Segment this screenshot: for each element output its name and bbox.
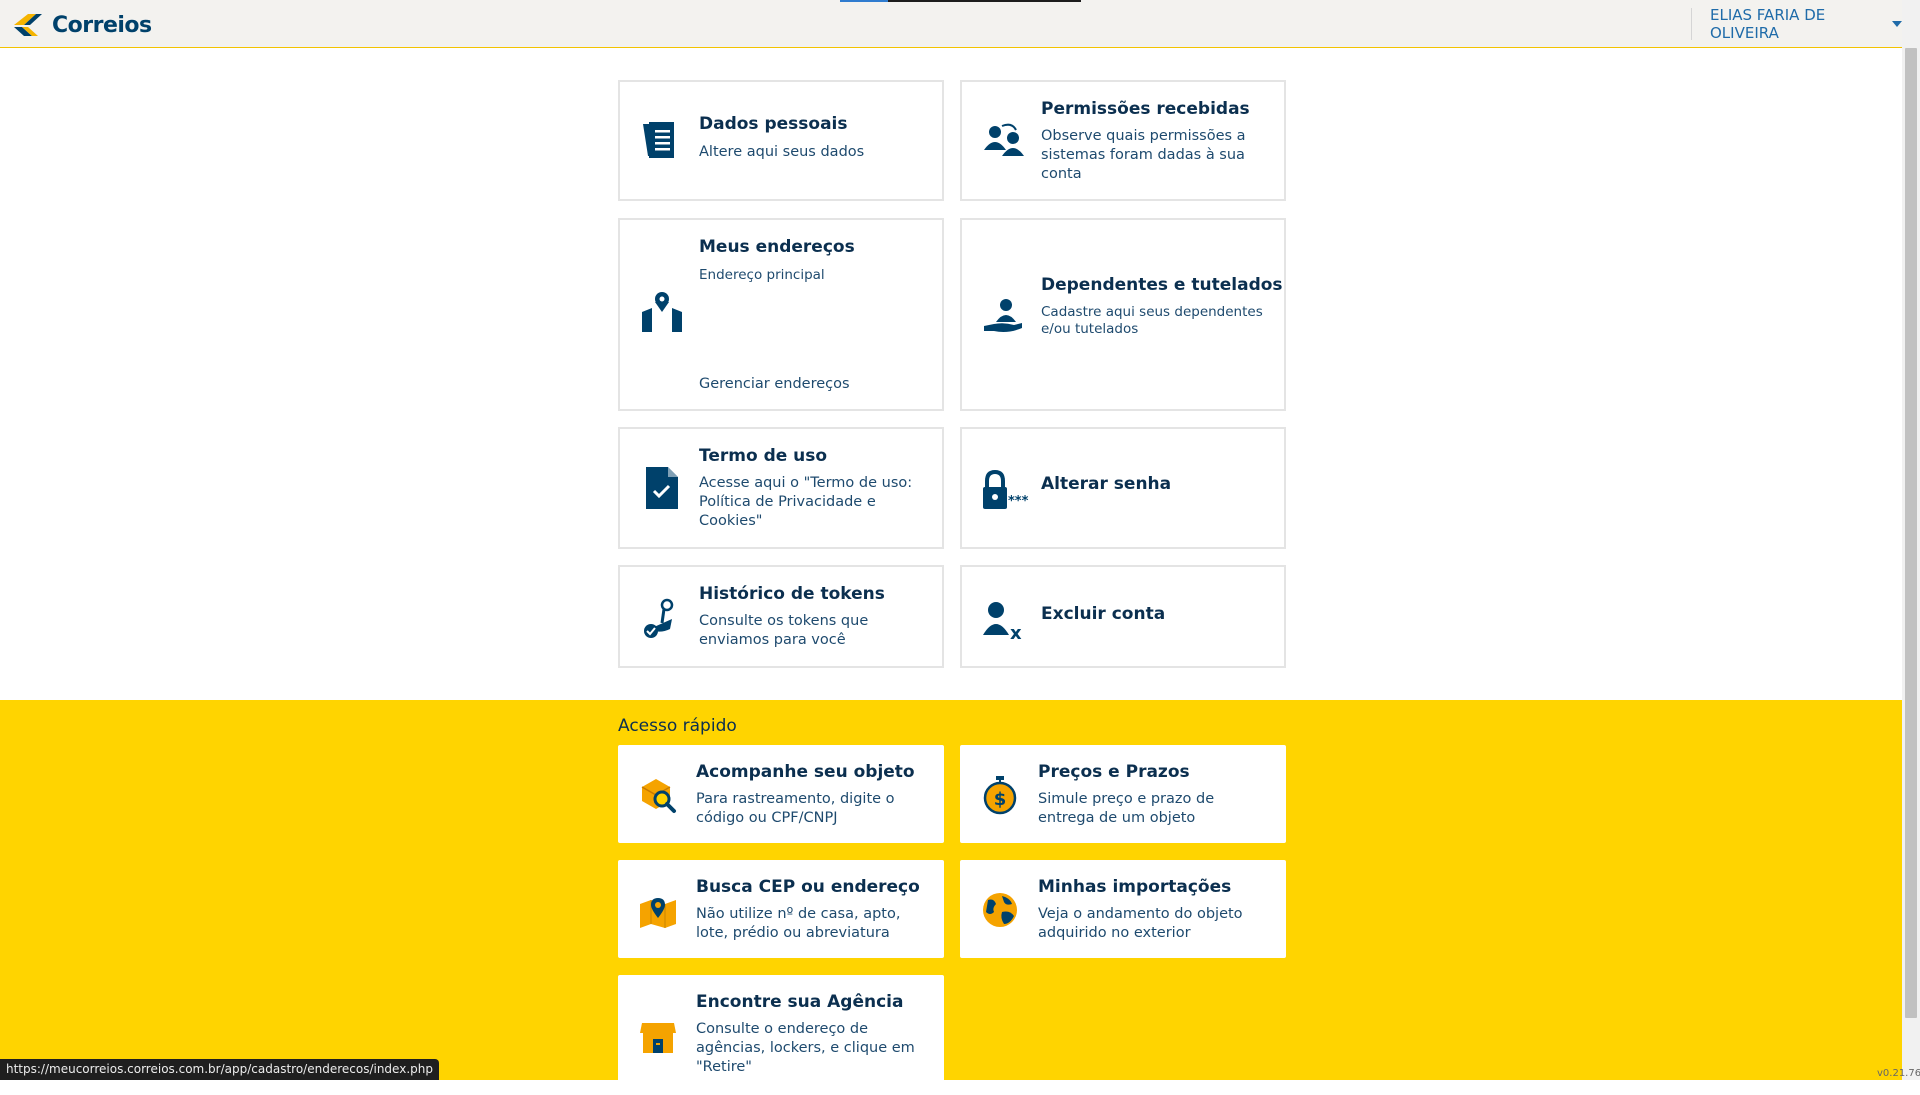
browser-status-url: https://meucorreios.correios.com.br/app/… xyxy=(0,1059,439,1080)
quick-card-description-line3: "Retire" xyxy=(696,1059,752,1075)
agency-store-icon xyxy=(640,1023,676,1053)
card-title: Histórico de tokens xyxy=(699,584,885,604)
card-title: Meus endereços xyxy=(699,237,855,257)
card-enderecos[interactable]: Meus endereços Endereço principal Gerenc… xyxy=(618,218,944,411)
quick-card-title: Acompanhe seu objeto xyxy=(696,762,915,782)
user-menu-dropdown[interactable]: ELIAS FARIA DE OLIVEIRA xyxy=(1710,6,1902,42)
card-historico-tokens[interactable]: Histórico de tokens Consulte os tokens q… xyxy=(618,565,944,668)
quick-card-description-line2: lote, prédio ou abreviatura xyxy=(696,925,890,941)
card-title: Termo de uso xyxy=(699,446,828,466)
correios-logo[interactable]: Correios xyxy=(12,10,152,40)
quick-card-description-line2: agências, lockers, e clique em xyxy=(696,1040,915,1056)
loading-bar-fill xyxy=(840,0,888,2)
card-description-line2: sistemas foram dadas à sua xyxy=(1041,147,1245,163)
card-permissoes[interactable]: Permissões recebidas Observe quais permi… xyxy=(960,80,1286,201)
quick-card-busca-cep[interactable]: Busca CEP ou endereço Não utilize nº de … xyxy=(618,860,944,958)
card-dependentes[interactable]: Dependentes e tutelados Cadastre aqui se… xyxy=(960,218,1286,411)
caret-down-icon xyxy=(1892,21,1902,27)
quick-card-description-line2: adquirido no exterior xyxy=(1038,925,1191,941)
map-pin-icon xyxy=(640,898,676,928)
user-remove-icon: x xyxy=(983,602,1022,643)
quick-card-title: Encontre sua Agência xyxy=(696,992,904,1012)
package-search-icon xyxy=(641,779,676,813)
app-version: v0.21.76 xyxy=(1877,1068,1920,1079)
quick-card-description-line2: entrega de um objeto xyxy=(1038,810,1196,826)
quick-access-title: Acesso rápido xyxy=(618,716,737,736)
card-title: Dados pessoais xyxy=(699,114,848,134)
card-termo-de-uso[interactable]: Termo de uso Acesse aqui o "Termo de uso… xyxy=(618,427,944,549)
remove-mark: x xyxy=(1010,623,1022,643)
card-description-line1: Consulte os tokens que xyxy=(699,613,869,629)
card-description-line1: Observe quais permissões a xyxy=(1041,128,1246,144)
card-description-line2: enviamos para você xyxy=(699,632,846,648)
document-list-icon xyxy=(643,122,674,158)
password-mask: *** xyxy=(1008,494,1029,509)
header-divider xyxy=(1691,8,1692,40)
brand-name: Correios xyxy=(52,12,152,38)
card-description: Altere aqui seus dados xyxy=(699,144,865,160)
correios-logo-icon xyxy=(14,14,42,36)
globe-icon xyxy=(983,893,1017,927)
user-name: ELIAS FARIA DE OLIVEIRA xyxy=(1710,6,1826,42)
quick-card-importacoes[interactable]: Minhas importações Veja o andamento do o… xyxy=(960,860,1286,958)
document-check-icon xyxy=(646,467,678,509)
token-history-icon xyxy=(644,598,674,638)
card-excluir-conta[interactable]: x Excluir conta xyxy=(960,565,1286,668)
card-dados-pessoais[interactable]: Dados pessoais Altere aqui seus dados xyxy=(618,80,944,201)
quick-card-description-line1: Não utilize nº de casa, apto, xyxy=(696,906,901,922)
lock-password-icon: *** xyxy=(983,469,1029,509)
money-timer-icon: $ xyxy=(983,776,1017,815)
card-description: Endereço principal xyxy=(699,267,825,283)
scrollbar-thumb[interactable] xyxy=(1905,48,1917,1018)
hand-person-icon xyxy=(984,299,1022,332)
quick-card-description-line1: Veja o andamento do objeto xyxy=(1038,906,1243,922)
users-permissions-icon xyxy=(984,123,1024,156)
card-description-line3: Cookies" xyxy=(699,513,763,529)
quick-card-description-line2: código ou CPF/CNPJ xyxy=(696,810,838,826)
card-title: Alterar senha xyxy=(1041,474,1172,494)
card-description-line2: e/ou tutelados xyxy=(1041,321,1139,337)
quick-access-section xyxy=(0,700,1902,1080)
quick-card-title: Busca CEP ou endereço xyxy=(696,877,920,897)
card-title: Permissões recebidas xyxy=(1041,99,1250,119)
quick-card-agencia[interactable]: Encontre sua Agência Consulte o endereço… xyxy=(618,975,944,1095)
quick-card-description-line1: Consulte o endereço de xyxy=(696,1021,869,1037)
manage-addresses-link[interactable]: Gerenciar endereços xyxy=(699,375,850,394)
page-scrollbar[interactable] xyxy=(1902,0,1920,1080)
card-description-line2: Política de Privacidade e xyxy=(699,494,876,510)
quick-card-rastreamento[interactable]: Acompanhe seu objeto Para rastreamento, … xyxy=(618,745,944,843)
card-description-line1: Cadastre aqui seus dependentes xyxy=(1041,304,1263,320)
card-title: Dependentes e tutelados xyxy=(1041,275,1283,295)
card-description-line3: conta xyxy=(1041,166,1082,182)
house-pin-icon xyxy=(642,292,682,332)
quick-card-title: Preços e Prazos xyxy=(1038,762,1190,782)
card-alterar-senha[interactable]: *** Alterar senha xyxy=(960,427,1286,549)
quick-card-description-line1: Para rastreamento, digite o xyxy=(696,791,895,807)
quick-card-description-line1: Simule preço e prazo de xyxy=(1038,791,1215,807)
quick-card-title: Minhas importações xyxy=(1038,877,1232,897)
dollar-symbol: $ xyxy=(994,789,1007,810)
card-title: Excluir conta xyxy=(1041,604,1166,624)
top-header: Correios ELIAS FARIA DE OLIVEIRA xyxy=(0,0,1902,48)
card-description-line1: Acesse aqui o "Termo de uso: xyxy=(699,475,913,491)
quick-card-precos-prazos[interactable]: $ Preços e Prazos Simule preço e prazo d… xyxy=(960,745,1286,843)
